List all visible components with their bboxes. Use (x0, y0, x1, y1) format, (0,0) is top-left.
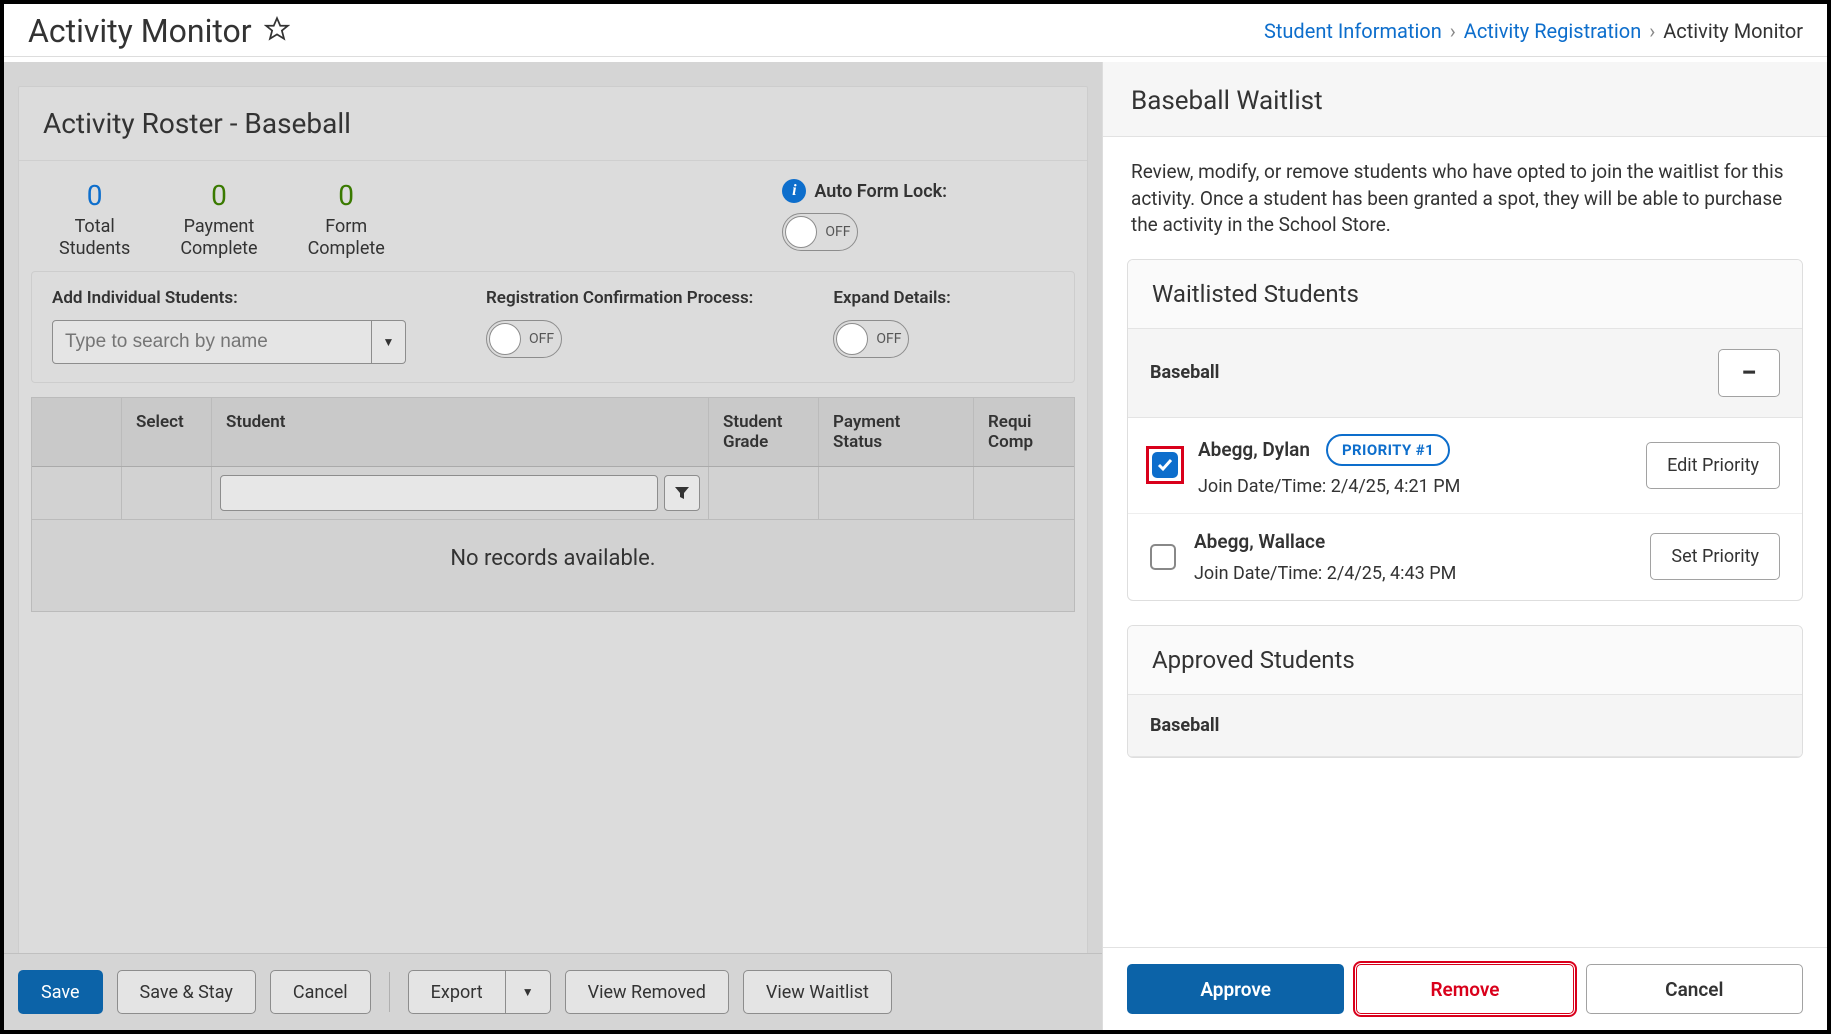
toggle-state: OFF (825, 224, 850, 240)
reg-confirm-toggle[interactable]: OFF (486, 320, 562, 358)
waitlisted-heading: Waitlisted Students (1128, 260, 1802, 329)
student-filter-input[interactable] (220, 475, 658, 511)
waitlisted-activity-name: Baseball (1150, 362, 1219, 383)
column-student[interactable]: Student (212, 398, 709, 466)
column-required[interactable]: RequiComp (974, 398, 1074, 466)
add-students-dropdown-button[interactable]: ▼ (372, 320, 406, 364)
reg-confirm-label: Registration Confirmation Process: (486, 288, 753, 308)
page-header: Activity Monitor Student Information › A… (4, 4, 1827, 57)
priority-badge: PRIORITY #1 (1326, 434, 1450, 466)
stat-value: 0 (180, 179, 257, 212)
collapse-button[interactable]: − (1718, 349, 1780, 397)
column-payment[interactable]: PaymentStatus (819, 398, 974, 466)
edit-priority-button[interactable]: Edit Priority (1646, 442, 1780, 489)
stat-label: Payment Complete (180, 216, 257, 259)
set-priority-button[interactable]: Set Priority (1650, 533, 1780, 580)
stat-total-students[interactable]: 0 Total Students (59, 179, 130, 259)
waitlist-student-row: Abegg, Wallace Join Date/Time: 2/4/25, 4… (1128, 514, 1802, 600)
approve-button[interactable]: Approve (1127, 964, 1344, 1014)
remove-button[interactable]: Remove (1356, 964, 1573, 1014)
favorite-star-icon[interactable] (264, 16, 290, 46)
chevron-right-icon: › (1649, 19, 1655, 43)
student-name: Abegg, Wallace (1194, 530, 1325, 553)
export-button[interactable]: Export (408, 970, 506, 1014)
left-footer: Save Save & Stay Cancel Export ▼ View Re… (4, 953, 1102, 1030)
stat-payment-complete[interactable]: 0 Payment Complete (180, 179, 257, 259)
cancel-button[interactable]: Cancel (270, 970, 371, 1014)
waitlisted-section: Waitlisted Students Baseball − Abegg, Dy… (1127, 259, 1803, 601)
stat-label: Form Complete (308, 216, 385, 259)
select-student-checkbox-highlighted (1150, 450, 1180, 480)
waitlist-footer: Approve Remove Cancel (1103, 947, 1827, 1030)
column-expander (32, 398, 122, 466)
save-button[interactable]: Save (18, 970, 103, 1014)
auto-form-lock-label: Auto Form Lock: (814, 181, 947, 202)
column-select[interactable]: Select (122, 398, 212, 466)
waitlist-description: Review, modify, or remove students who h… (1103, 137, 1827, 251)
waitlist-panel: Baseball Waitlist Review, modify, or rem… (1102, 62, 1827, 1030)
waitlist-student-row: Abegg, Dylan PRIORITY #1 Join Date/Time:… (1128, 418, 1802, 514)
toggle-state: OFF (529, 331, 554, 347)
add-students-input[interactable] (52, 320, 372, 364)
breadcrumb-current: Activity Monitor (1663, 19, 1803, 43)
approved-section: Approved Students Baseball (1127, 625, 1803, 758)
toggle-state: OFF (876, 331, 901, 347)
info-icon[interactable]: i (782, 179, 806, 203)
export-dropdown-button[interactable]: ▼ (506, 970, 551, 1014)
expand-details-toggle[interactable]: OFF (833, 320, 909, 358)
chevron-right-icon: › (1450, 19, 1456, 43)
column-grade[interactable]: StudentGrade (709, 398, 819, 466)
stat-value: 0 (59, 179, 130, 212)
select-student-checkbox[interactable] (1150, 544, 1176, 570)
roster-table: Select Student StudentGrade PaymentStatu… (31, 397, 1075, 612)
approved-heading: Approved Students (1128, 626, 1802, 695)
stat-form-complete[interactable]: 0 Form Complete (308, 179, 385, 259)
student-name: Abegg, Dylan (1198, 438, 1310, 461)
join-label: Join Date/Time: (1194, 563, 1322, 584)
no-records-message: No records available. (32, 520, 1074, 611)
stat-value: 0 (308, 179, 385, 212)
view-removed-button[interactable]: View Removed (565, 970, 729, 1014)
select-student-checkbox[interactable] (1152, 452, 1178, 478)
page-title: Activity Monitor (28, 12, 252, 50)
breadcrumb: Student Information › Activity Registrat… (1264, 19, 1803, 43)
add-students-label: Add Individual Students: (52, 288, 406, 308)
roster-title: Activity Roster - Baseball (43, 107, 1063, 140)
save-stay-button[interactable]: Save & Stay (117, 970, 256, 1014)
breadcrumb-link-2[interactable]: Activity Registration (1464, 19, 1641, 43)
main-panel: Activity Roster - Baseball 0 Total Stude… (4, 62, 1102, 1030)
auto-form-lock-toggle[interactable]: OFF (782, 213, 858, 251)
approved-activity-name: Baseball (1150, 715, 1219, 736)
view-waitlist-button[interactable]: View Waitlist (743, 970, 892, 1014)
join-label: Join Date/Time: (1198, 476, 1326, 497)
join-value: 2/4/25, 4:43 PM (1327, 563, 1457, 584)
toggle-knob (785, 216, 817, 248)
waitlist-title: Baseball Waitlist (1131, 86, 1799, 116)
divider (389, 972, 390, 1012)
stat-label: Total Students (59, 216, 130, 259)
breadcrumb-link-1[interactable]: Student Information (1264, 19, 1442, 43)
expand-details-label: Expand Details: (833, 288, 950, 308)
panel-cancel-button[interactable]: Cancel (1586, 964, 1803, 1014)
join-value: 2/4/25, 4:21 PM (1331, 476, 1461, 497)
filter-icon[interactable] (664, 475, 700, 511)
